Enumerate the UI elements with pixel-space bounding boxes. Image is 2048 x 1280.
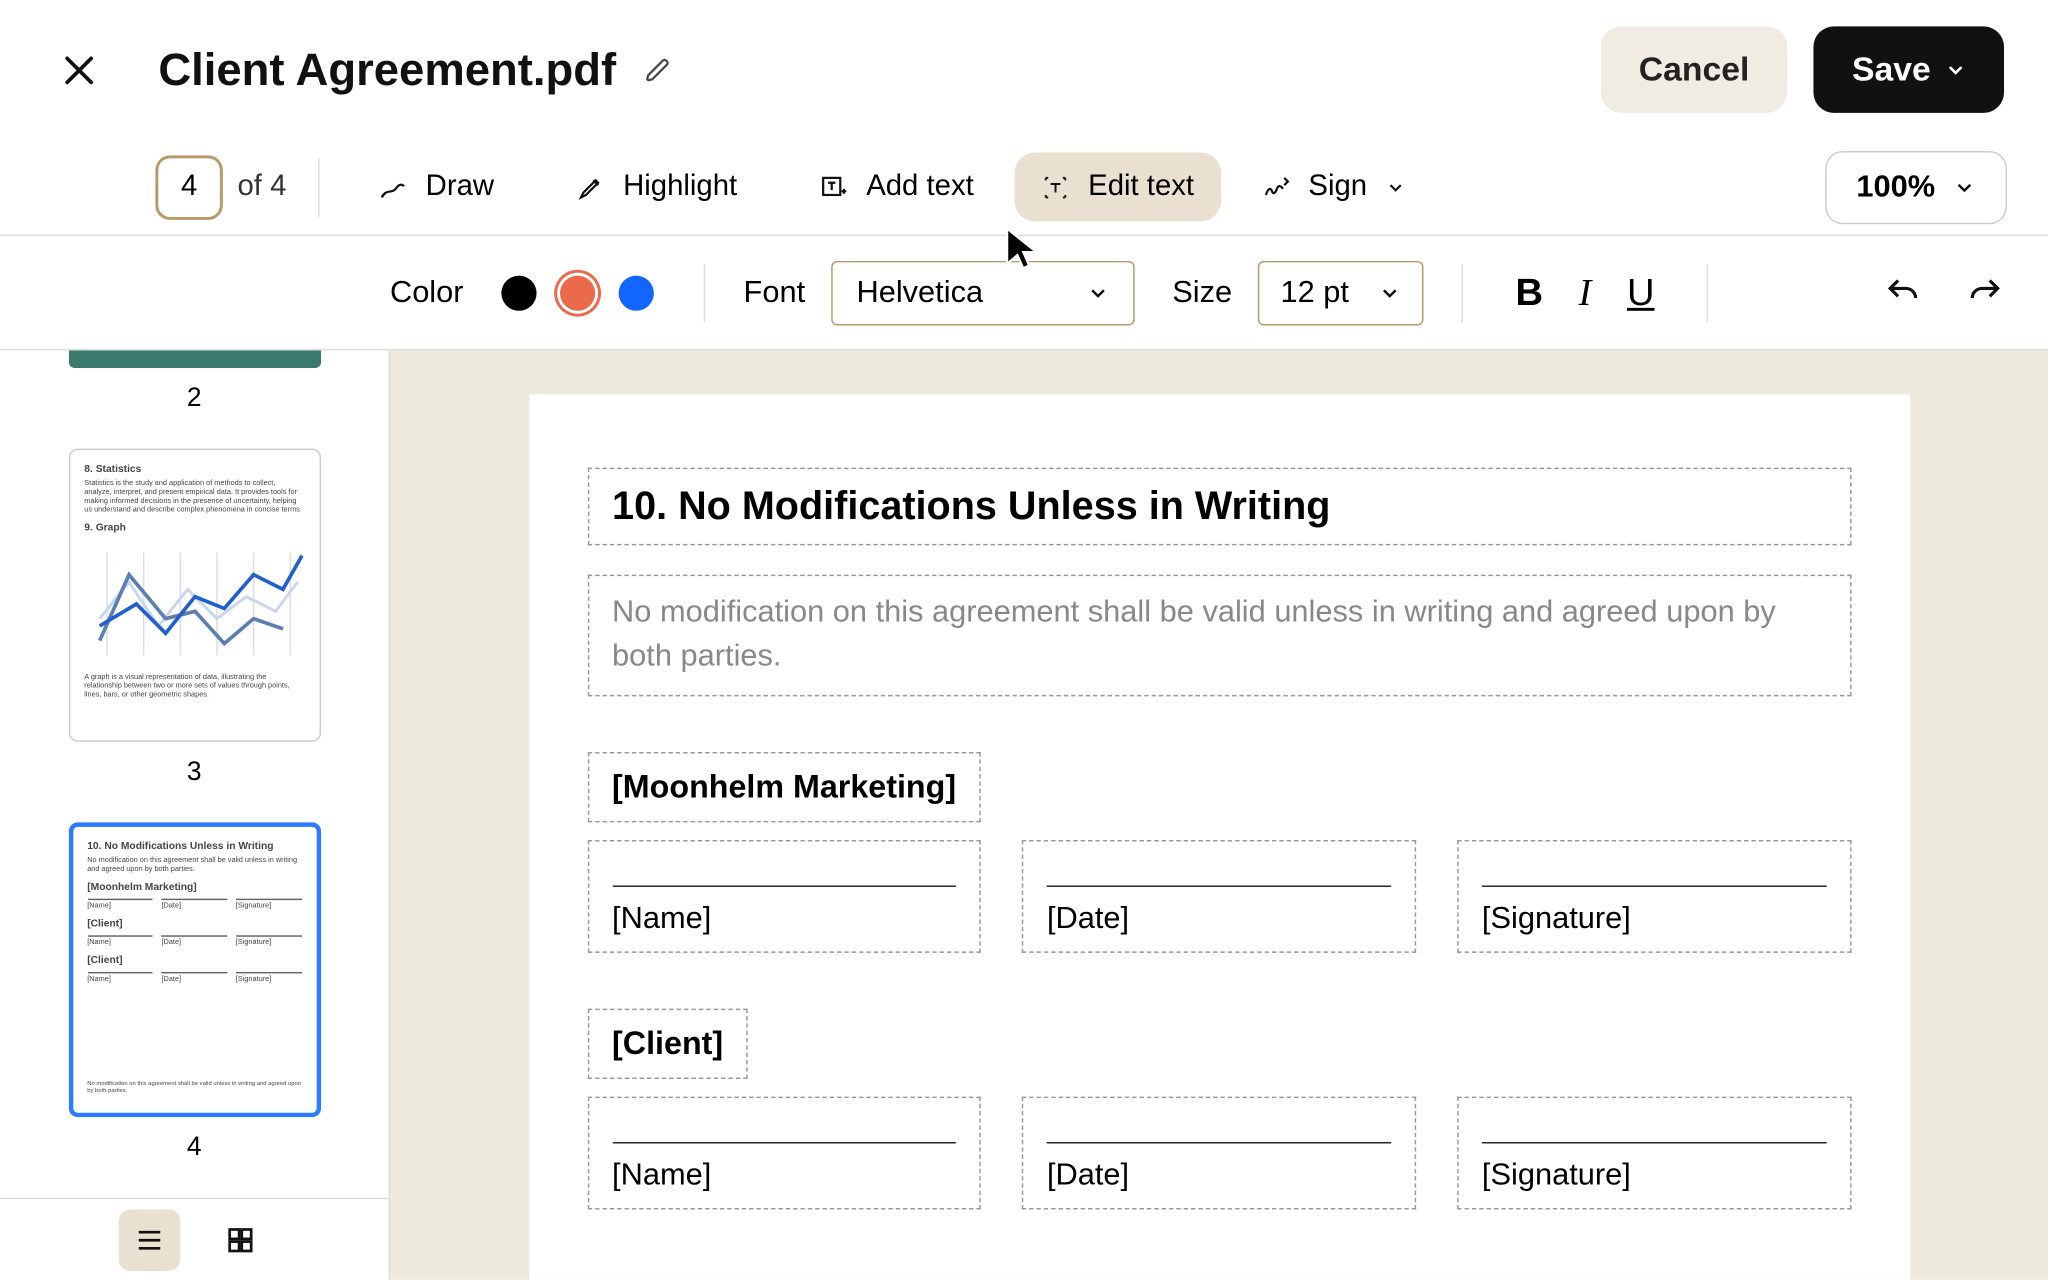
size-value: 12 pt (1280, 275, 1348, 310)
page-total-label: of 4 (237, 170, 286, 204)
add-text-icon (819, 172, 848, 201)
chevron-down-icon (1945, 59, 1966, 80)
toolbar: of 4 Draw Highlight Add text Edit text S… (0, 139, 2048, 236)
thumbnail-page-4[interactable]: 10. No Modifications Unless in Writing N… (68, 822, 320, 1117)
tool-draw[interactable]: Draw (352, 152, 520, 221)
color-swatch-blue[interactable] (619, 275, 654, 310)
name-field-1[interactable]: [Name] (587, 840, 981, 953)
document-title: Client Agreement.pdf (158, 43, 616, 96)
thumb-number-4: 4 (187, 1132, 202, 1163)
chevron-down-icon (1385, 177, 1406, 198)
separator (319, 158, 320, 217)
section-body: No modification on this agreement shall … (612, 591, 1826, 680)
chevron-down-icon (1378, 281, 1401, 304)
highlight-icon (576, 172, 605, 201)
redo-icon[interactable] (1966, 273, 2004, 311)
signature-field-1[interactable]: [Signature] (1457, 840, 1851, 953)
header-bar: Client Agreement.pdf Cancel Save (0, 0, 2048, 139)
zoom-select[interactable]: 100% (1826, 150, 2007, 223)
font-value: Helvetica (856, 275, 983, 310)
body-block[interactable]: No modification on this agreement shall … (587, 575, 1851, 696)
chevron-down-icon (1086, 281, 1109, 304)
signature-row-2: [Name] [Date] [Signature] (587, 1096, 1851, 1238)
page-4: 10. No Modifications Unless in Writing N… (528, 394, 1909, 1279)
color-swatch-black[interactable] (502, 275, 537, 310)
sidebar: 2 8. Statistics Statistics is the study … (0, 350, 390, 1279)
draw-icon (379, 172, 408, 201)
rename-icon[interactable] (646, 56, 672, 82)
edit-text-icon (1041, 172, 1070, 201)
thumb-number-2: 2 (187, 382, 202, 413)
tool-highlight[interactable]: Highlight (550, 152, 764, 221)
list-icon (133, 1223, 165, 1255)
close-icon[interactable] (59, 49, 100, 90)
app-root: Client Agreement.pdf Cancel Save of 4 Dr… (0, 0, 2048, 1280)
page-indicator: of 4 (155, 155, 286, 220)
size-select[interactable]: 12 pt (1258, 260, 1423, 325)
tool-sign[interactable]: Sign (1235, 152, 1431, 221)
heading-block[interactable]: 10. No Modifications Unless in Writing (587, 468, 1851, 546)
zoom-value: 100% (1856, 169, 1935, 204)
italic-button[interactable]: I (1557, 270, 1613, 314)
font-label: Font (744, 275, 806, 310)
party1-label: [Moonhelm Marketing] (612, 768, 956, 806)
thumbnail-list[interactable]: 2 8. Statistics Statistics is the study … (0, 350, 388, 1197)
view-list-button[interactable] (118, 1209, 180, 1271)
signature-field-2[interactable]: [Signature] (1457, 1096, 1851, 1209)
sidebar-view-switch (0, 1198, 388, 1280)
section-heading: 10. No Modifications Unless in Writing (612, 484, 1826, 529)
view-grid-button[interactable] (209, 1209, 271, 1271)
thumbnail-page-2-partial[interactable] (68, 350, 320, 367)
date-field-1[interactable]: [Date] (1022, 840, 1416, 953)
grid-icon (224, 1223, 256, 1255)
sign-icon (1262, 172, 1291, 201)
color-swatch-orange[interactable] (560, 275, 595, 310)
party2-block[interactable]: [Client] (587, 1008, 748, 1078)
canvas[interactable]: 10. No Modifications Unless in Writing N… (390, 350, 2048, 1279)
name-field-2[interactable]: [Name] (587, 1096, 981, 1209)
chevron-down-icon (1953, 175, 1976, 198)
cancel-button[interactable]: Cancel (1601, 26, 1788, 112)
date-field-2[interactable]: [Date] (1022, 1096, 1416, 1209)
font-select[interactable]: Helvetica (832, 260, 1135, 325)
chart-preview-icon (84, 538, 304, 670)
party1-block[interactable]: [Moonhelm Marketing] (587, 752, 981, 822)
page-number-input[interactable] (155, 155, 222, 220)
thumb-number-3: 3 (187, 756, 202, 787)
tool-add-text[interactable]: Add text (793, 152, 1000, 221)
signature-row-1: [Name] [Date] [Signature] (587, 840, 1851, 982)
main-area: 2 8. Statistics Statistics is the study … (0, 350, 2048, 1279)
save-label: Save (1852, 50, 1931, 90)
tool-edit-text[interactable]: Edit text (1015, 152, 1221, 221)
bold-button[interactable]: B (1501, 270, 1557, 315)
color-label: Color (390, 275, 464, 310)
size-label: Size (1172, 275, 1232, 310)
thumbnail-page-3[interactable]: 8. Statistics Statistics is the study an… (68, 448, 320, 742)
underline-button[interactable]: U (1613, 270, 1669, 315)
save-button[interactable]: Save (1814, 26, 2004, 112)
party2-label: [Client] (612, 1025, 723, 1063)
undo-icon[interactable] (1884, 273, 1922, 311)
format-bar: Color Font Helvetica Size 12 pt B I U (0, 236, 2048, 350)
